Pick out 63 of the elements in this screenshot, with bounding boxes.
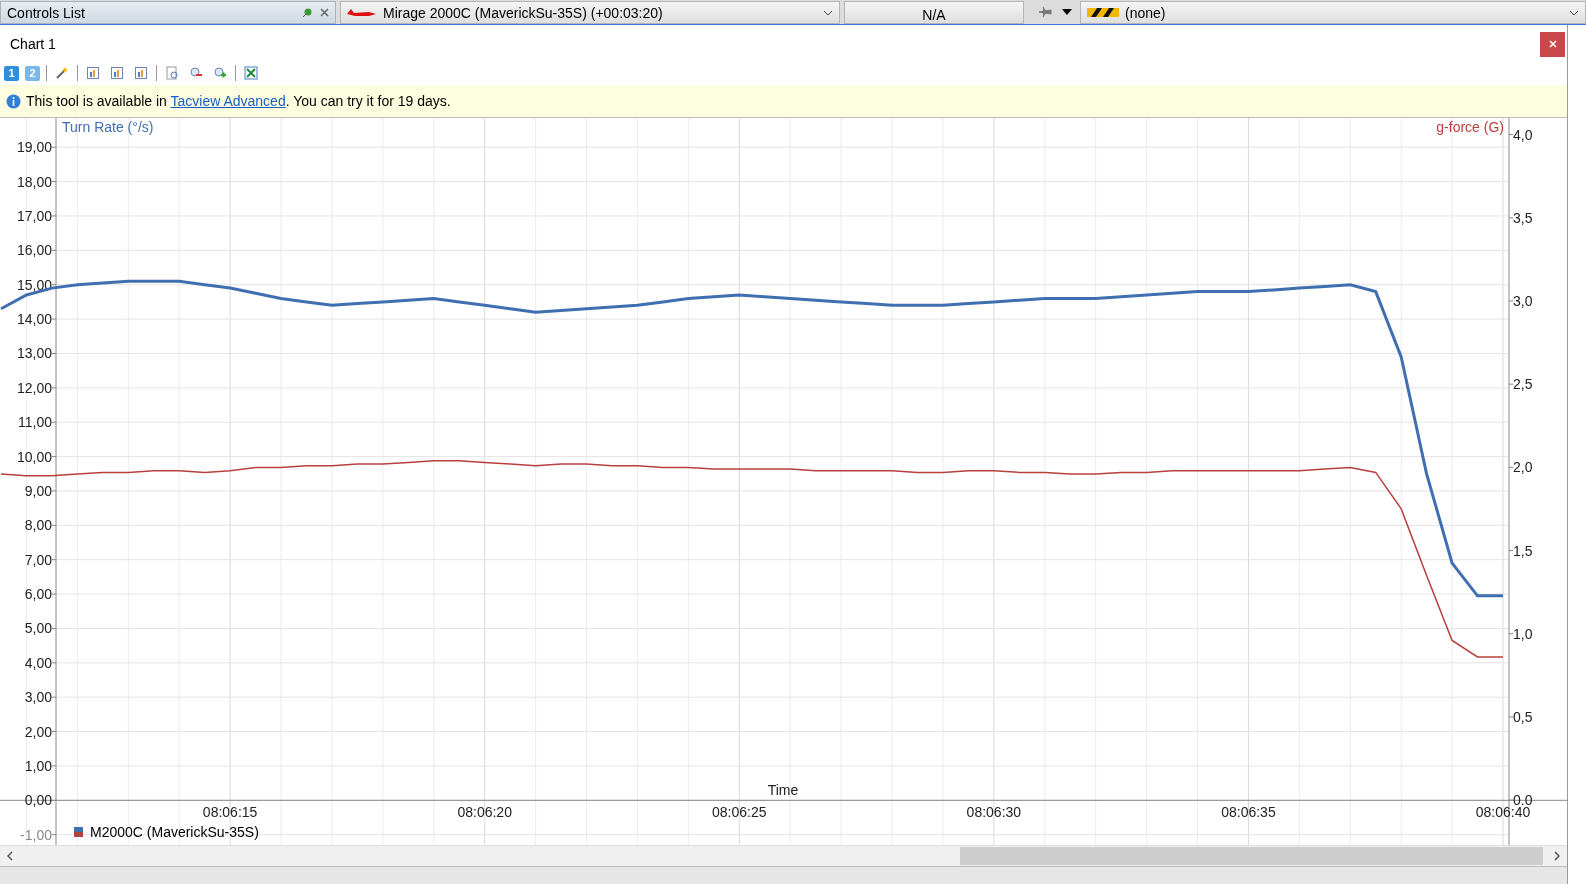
- axis-tick-label: 17,00: [16, 207, 52, 224]
- chart-icon[interactable]: [84, 64, 102, 82]
- target-dropdown[interactable]: (none): [1080, 1, 1586, 24]
- panel-title: Controls List: [7, 4, 85, 21]
- axis-tick-label: 10,00: [16, 448, 52, 465]
- axis-tick-label: 4,00: [24, 654, 52, 671]
- axis-tick-label: 08:06:25: [712, 804, 767, 821]
- close-icon: [1548, 40, 1557, 48]
- spreadsheet-icon[interactable]: [242, 64, 260, 82]
- axis-tick-label: 18,00: [16, 173, 52, 190]
- axis-tick-label: 1,0: [1513, 625, 1533, 642]
- axis-tick-label: 6,00: [24, 586, 52, 603]
- chart-icon[interactable]: [108, 64, 126, 82]
- axis-tick-label: 14,00: [16, 311, 52, 328]
- close-button[interactable]: [1540, 31, 1565, 57]
- chart-title: Chart 1: [10, 36, 56, 52]
- axis-tick-label: 7,00: [24, 551, 52, 568]
- chart-icon[interactable]: [132, 64, 150, 82]
- hazard-stripe-icon: [1087, 8, 1119, 17]
- legend-label: M2000C (MaverickSu-35S): [90, 824, 259, 840]
- horizontal-scrollbar[interactable]: [0, 845, 1567, 866]
- axis-tick-label: 16,00: [16, 242, 52, 259]
- pin-icon[interactable]: [302, 7, 312, 18]
- axis-title: Time: [767, 782, 799, 799]
- close-icon[interactable]: [320, 8, 329, 17]
- axis-title: g-force (G): [1436, 119, 1504, 135]
- axis-tick-label: 4,0: [1513, 126, 1533, 143]
- axis-tick-label: 08:06:40: [1475, 804, 1531, 821]
- page-zoom-icon[interactable]: [163, 64, 181, 82]
- axis-tick-label: 11,00: [18, 414, 52, 431]
- axis-tick-label: 2,0: [1513, 459, 1533, 476]
- axis-tick-label: 1,5: [1513, 542, 1533, 559]
- jet-icon: [347, 7, 377, 18]
- axis-tick-label: 1,00: [24, 757, 52, 774]
- info-icon: [6, 93, 21, 109]
- axis-tick-label: 0,00: [24, 792, 52, 809]
- axis-tick-label: 13,00: [16, 345, 52, 362]
- axis-title: Turn Rate (°/s): [62, 119, 154, 135]
- axis-tick-label: 8,00: [24, 517, 52, 534]
- axis-tick-label: 08:06:15: [202, 804, 258, 821]
- axis-tick-label: 3,00: [24, 689, 52, 706]
- axis-tick-label: 08:06:30: [966, 804, 1022, 821]
- status-field: N/A: [844, 1, 1024, 24]
- chevron-down-icon: [1569, 9, 1579, 16]
- scrollbar-thumb[interactable]: [960, 847, 1543, 865]
- axis-tick-label: 5,00: [24, 620, 52, 637]
- aircraft-dropdown[interactable]: Mirage 2000C (MaverickSu-35S) (+00:03:20): [340, 1, 840, 24]
- axis-tick-label: 12,00: [16, 379, 52, 396]
- axis-tick-label: -1,00: [20, 826, 52, 843]
- axis-tick-label: 2,5: [1513, 376, 1533, 393]
- axis-tick-label: 2,00: [24, 723, 52, 740]
- chevron-down-icon: [823, 9, 833, 16]
- axis-tick-label: 3,5: [1513, 209, 1533, 226]
- axis-tick-label: 08:06:35: [1221, 804, 1276, 821]
- page-tab[interactable]: 1: [4, 65, 19, 81]
- axis-tick-label: 19,00: [16, 139, 52, 156]
- upgrade-link[interactable]: Tacview Advanced: [170, 93, 286, 109]
- axis-tick-label: 0,5: [1513, 708, 1533, 725]
- axis-tick-label: 9,00: [24, 482, 52, 499]
- axis-tick-label: 08:06:20: [457, 804, 512, 821]
- notice-text: This tool is available in Tacview Advanced. You can try it for 19 days.: [26, 93, 451, 109]
- axis-tick-label: 3,0: [1513, 293, 1533, 309]
- legend-swatch: [74, 827, 83, 837]
